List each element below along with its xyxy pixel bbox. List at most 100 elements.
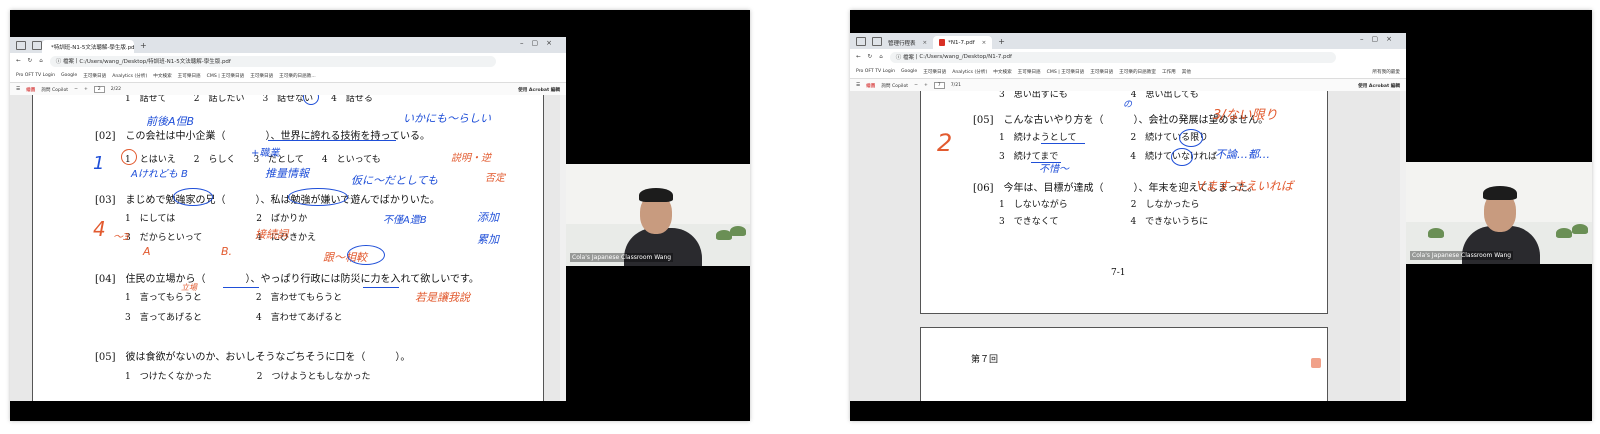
bookmark[interactable]: CMS | 王可樂日語: [207, 73, 245, 79]
tab-actions-icon[interactable]: [32, 40, 42, 50]
answer-circle: [173, 188, 213, 206]
annotation: 立場: [181, 283, 197, 292]
copilot-button[interactable]: 詢問 Copilot: [881, 83, 908, 89]
tab-pdf[interactable]: *N1-7.pdf ×: [933, 36, 993, 49]
bookmark-all[interactable]: 所有我的最愛: [1372, 69, 1406, 75]
answer-options: 1 しないながら 2 しなかったら: [999, 200, 1200, 210]
pdf-viewport[interactable]: 1 話せて 2 話したい 3 話せない 4 話せる [02] この会社は中小企業…: [10, 95, 566, 401]
window-controls[interactable]: –▢×: [520, 39, 560, 47]
acrobat-edit-button[interactable]: 使用 Acrobat 編輯: [518, 87, 560, 93]
new-tab-icon[interactable]: +: [998, 37, 1005, 46]
home-icon[interactable]: ⌂: [39, 58, 43, 64]
bookmark[interactable]: 王可樂日語: [923, 69, 946, 75]
bookmark[interactable]: 中文検索: [153, 73, 171, 79]
bookmark[interactable]: 其他: [1182, 69, 1191, 75]
annotation: 前後A但B: [146, 115, 195, 128]
address-bar[interactable]: ⓘ 檔案 | C:/Users/wang_/Desktop/特訓班-N1-5文法…: [49, 55, 496, 67]
answer-options: 1 にしては 2 ばかりか: [125, 214, 308, 224]
annotation: 説明・逆: [451, 153, 491, 164]
close-tab-icon[interactable]: ×: [923, 40, 928, 46]
bookmark[interactable]: 王可樂日語: [178, 73, 201, 79]
webcam-name-label: Cola's Japanese Classroom Wang: [570, 253, 674, 262]
info-icon: ⓘ: [55, 59, 63, 65]
annotation: いかにも～らしい: [403, 112, 491, 125]
zoom-in-icon[interactable]: +: [84, 87, 88, 92]
annotation: 4: [93, 217, 106, 241]
bookmark[interactable]: 王可樂的日語教室: [1119, 69, 1156, 75]
page-number-input[interactable]: 7: [933, 82, 945, 89]
presenter-hair: [639, 188, 673, 202]
tab-title: *N1-7.pdf: [948, 39, 975, 46]
home-icon[interactable]: ⌂: [879, 54, 883, 60]
annotation: Aけれども B: [131, 169, 188, 180]
answer-circle: [1179, 129, 1203, 147]
bookmark[interactable]: 工作用: [1162, 69, 1176, 75]
menu-icon[interactable]: ☰: [16, 87, 20, 92]
close-tab-icon[interactable]: ×: [982, 40, 987, 46]
copilot-button[interactable]: 詢問 Copilot: [41, 87, 68, 93]
bookmark[interactable]: 中文検索: [993, 69, 1011, 75]
back-icon[interactable]: ←: [16, 58, 21, 64]
tab-pdf[interactable]: *特訓班-N1-5文法聴解-學生版.pdf ×: [42, 40, 134, 53]
zoom-out-icon[interactable]: −: [914, 83, 918, 88]
answer-circle: [1171, 148, 1193, 166]
draw-button[interactable]: 繪圖: [26, 87, 35, 93]
bookmark[interactable]: Google: [61, 73, 77, 78]
workspaces-icon[interactable]: [856, 36, 866, 46]
workspaces-icon[interactable]: [16, 40, 26, 50]
next-page-title: 第７回: [971, 355, 999, 365]
address-bar[interactable]: ⓘ 檔案 | C:/Users/wang_/Desktop/N1-7.pdf: [889, 51, 1336, 63]
zoom-out-icon[interactable]: −: [74, 87, 78, 92]
bookmark[interactable]: 王可樂日語: [1090, 69, 1113, 75]
pdf-page: 3 思い出すにも 4 思い出しても [05] こんな古いやり方を（ ）、会社の発…: [920, 91, 1328, 314]
tab-strip: *特訓班-N1-5文法聴解-學生版.pdf × + –▢×: [10, 37, 566, 53]
tab-actions-icon[interactable]: [872, 36, 882, 46]
bookmark[interactable]: Google: [901, 69, 917, 74]
annotation: 否定: [485, 173, 505, 184]
annotation: 仮に～だとしても: [351, 174, 439, 187]
bookmark[interactable]: 王可樂日語: [83, 73, 106, 79]
bookmark[interactable]: 王可樂日語: [1018, 69, 1041, 75]
acrobat-icon[interactable]: [1311, 358, 1321, 368]
address-text: C:/Users/wang_/Desktop/特訓班-N1-5文法聴解-學生版.…: [79, 59, 231, 65]
bookmark[interactable]: 王可樂日語: [250, 73, 273, 79]
tab-title: *特訓班-N1-5文法聴解-學生版.pdf: [51, 44, 134, 51]
annotation: 3/ない限り: [1213, 108, 1278, 123]
acrobat-edit-button[interactable]: 使用 Acrobat 編輯: [1358, 83, 1400, 89]
address-text: C:/Users/wang_/Desktop/N1-7.pdf: [919, 54, 1012, 60]
zoom-in-icon[interactable]: +: [924, 83, 928, 88]
bookmark[interactable]: Pro OFT TV Login: [856, 69, 895, 74]
tab-strip: 管理行程表 × *N1-7.pdf × + –▢×: [850, 33, 1406, 49]
annotation: A: [143, 245, 151, 258]
bookmarks-bar: Pro OFT TV Login Google 王可樂日語 Analytics …: [850, 65, 1406, 79]
answer-options: 3 言ってあげると 4 言わせてあげると: [125, 313, 343, 323]
underline: [363, 287, 399, 288]
new-tab-icon[interactable]: +: [140, 41, 147, 50]
annotation: 接続詞: [255, 228, 288, 241]
page-number-input[interactable]: 2: [93, 86, 105, 93]
back-icon[interactable]: ←: [856, 54, 861, 60]
bookmark[interactable]: CMS | 王可樂日語: [1047, 69, 1085, 75]
bookmark[interactable]: 王可樂的日語教...: [279, 73, 316, 79]
answer-options: 1 続けようとして 2 続けている限り: [999, 133, 1209, 143]
bookmark[interactable]: Analytics (分析): [112, 73, 147, 79]
refresh-icon[interactable]: ↻: [28, 58, 33, 64]
pdf-next-page: 第７回: [920, 327, 1328, 401]
bookmark[interactable]: Pro OFT TV Login: [16, 73, 55, 78]
answer-circle: [347, 245, 385, 265]
pdf-viewport[interactable]: 3 思い出すにも 4 思い出しても [05] こんな古いやり方を（ ）、会社の発…: [850, 91, 1406, 401]
tab-schedule[interactable]: 管理行程表 ×: [882, 36, 933, 49]
annotation: +職業: [251, 148, 280, 159]
underline: [1031, 162, 1061, 163]
info-icon: ⓘ: [895, 55, 903, 61]
annotation: 1: [93, 153, 105, 174]
menu-icon[interactable]: ☰: [856, 83, 860, 88]
window-controls[interactable]: –▢×: [1360, 35, 1400, 43]
draw-button[interactable]: 繪圖: [866, 83, 875, 89]
webcam-name-label: Cola's Japanese Classroom Wang: [1410, 251, 1514, 260]
right-screenshot: 管理行程表 × *N1-7.pdf × + –▢× ← ↻ ⌂ ⓘ 檔案 | C…: [850, 10, 1592, 421]
refresh-icon[interactable]: ↻: [868, 54, 873, 60]
bookmark[interactable]: Analytics (分析): [952, 69, 987, 75]
answer-options: 3 思い出すにも 4 思い出しても: [999, 91, 1199, 100]
answer-circle: [288, 188, 348, 206]
